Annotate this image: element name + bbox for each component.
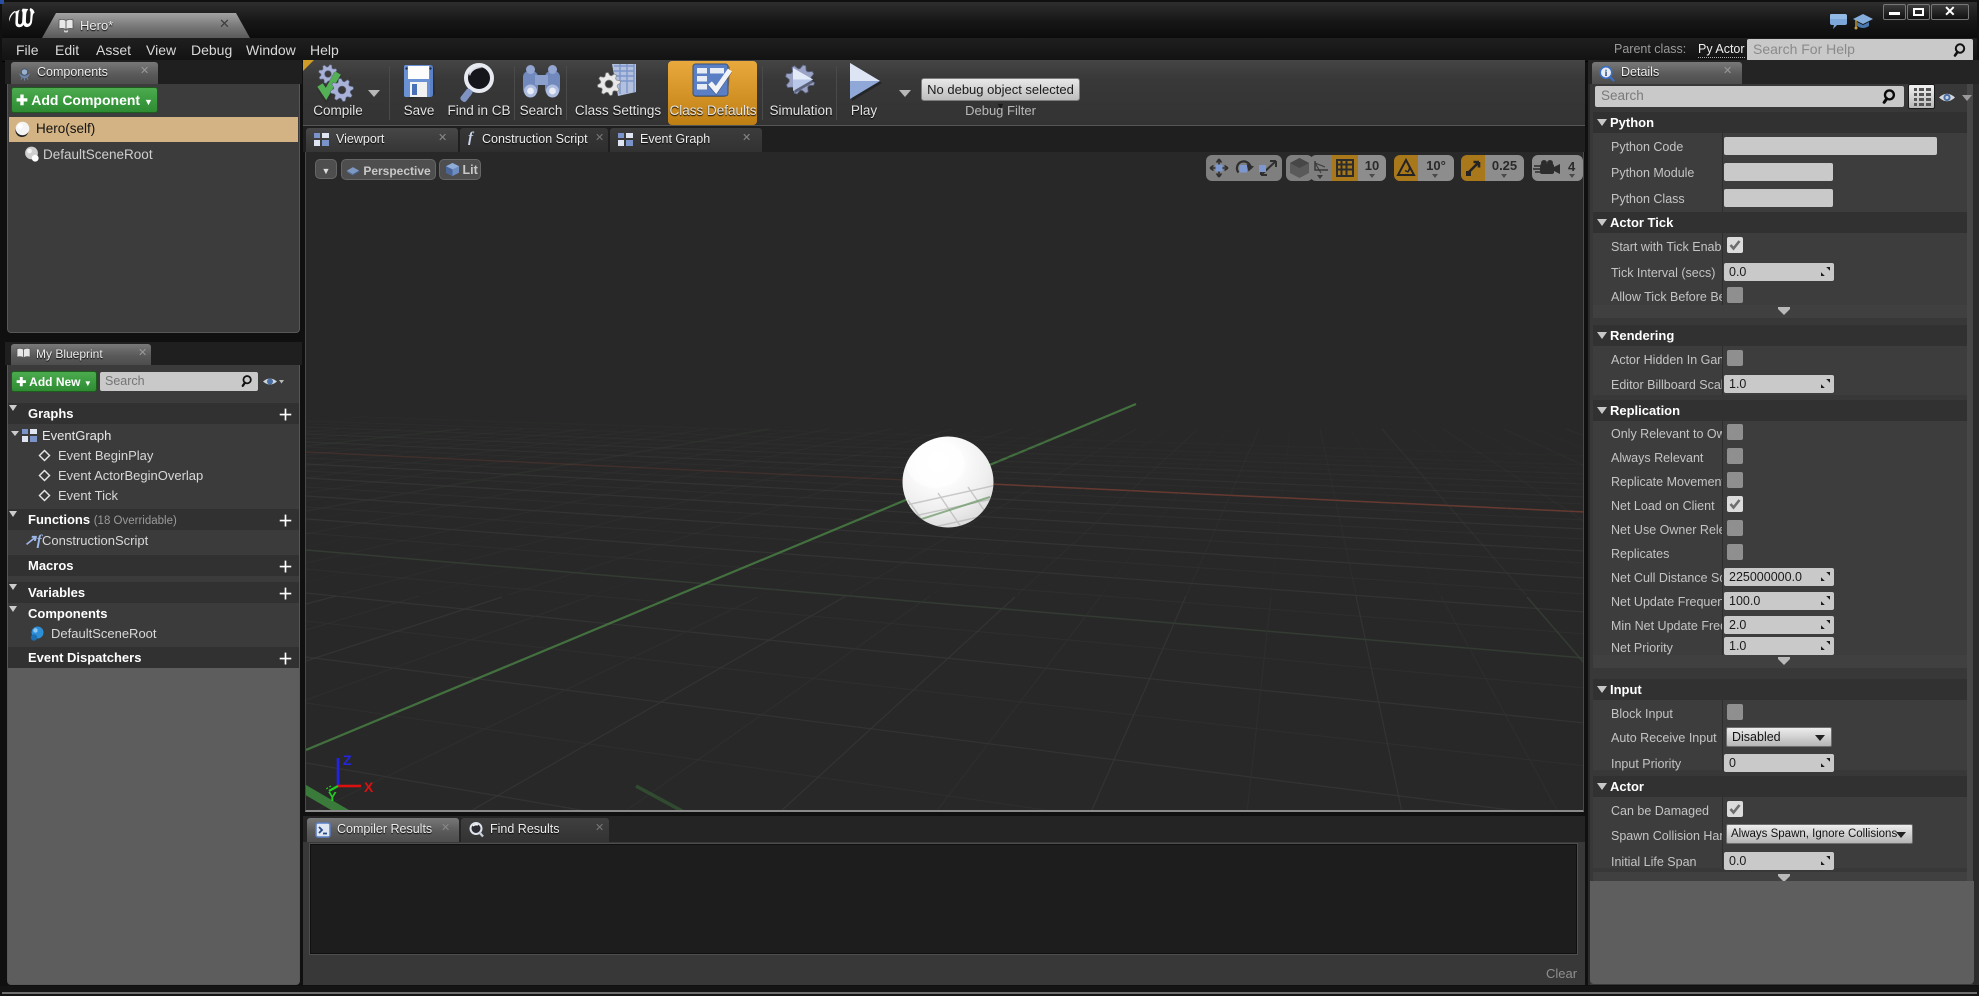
svg-text:Z: Z bbox=[343, 752, 352, 768]
svg-text:Y: Y bbox=[328, 789, 337, 804]
svg-text:X: X bbox=[364, 779, 374, 795]
